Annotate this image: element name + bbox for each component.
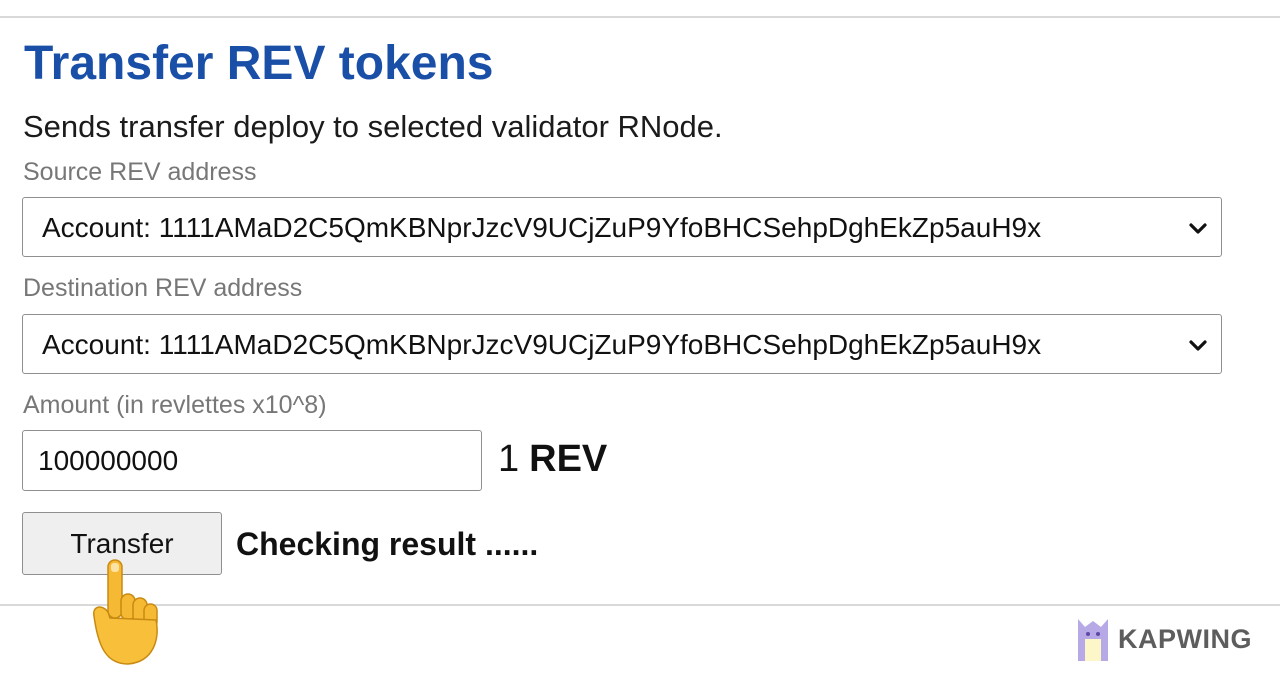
amount-input[interactable]: 100000000 (22, 430, 482, 491)
source-address-label: Source REV address (23, 158, 257, 186)
kapwing-wordmark: KAPWING (1118, 623, 1252, 654)
status-message: Checking result ...... (236, 526, 539, 562)
kapwing-watermark: KAPWING (1076, 614, 1252, 664)
amount-label: Amount (in revlettes x10^8) (23, 391, 327, 419)
amount-value: 100000000 (38, 445, 179, 476)
destination-address-label: Destination REV address (23, 274, 303, 302)
destination-address-value: Account: 1111AMaD2C5QmKBNprJzcV9UCjZuP9Y… (42, 329, 1042, 360)
top-divider (0, 16, 1280, 18)
pointing-hand-icon (93, 559, 158, 665)
source-address-value: Account: 1111AMaD2C5QmKBNprJzcV9UCjZuP9Y… (42, 212, 1042, 243)
destination-address-select[interactable]: Account: 1111AMaD2C5QmKBNprJzcV9UCjZuP9Y… (22, 314, 1222, 374)
kapwing-logo-icon (1078, 619, 1108, 661)
bottom-divider (0, 604, 1280, 606)
transfer-page: Transfer REV tokens Sends transfer deplo… (0, 0, 1280, 681)
chevron-down-icon (1189, 340, 1207, 351)
converted-amount: 1 REV (498, 436, 607, 482)
source-address-select[interactable]: Account: 1111AMaD2C5QmKBNprJzcV9UCjZuP9Y… (22, 197, 1222, 257)
page-subtitle: Sends transfer deploy to selected valida… (23, 109, 723, 144)
chevron-down-icon (1189, 223, 1207, 234)
page-title: Transfer REV tokens (24, 37, 494, 90)
converted-amount-number: 1 (498, 438, 520, 480)
converted-amount-unit: REV (529, 438, 608, 480)
